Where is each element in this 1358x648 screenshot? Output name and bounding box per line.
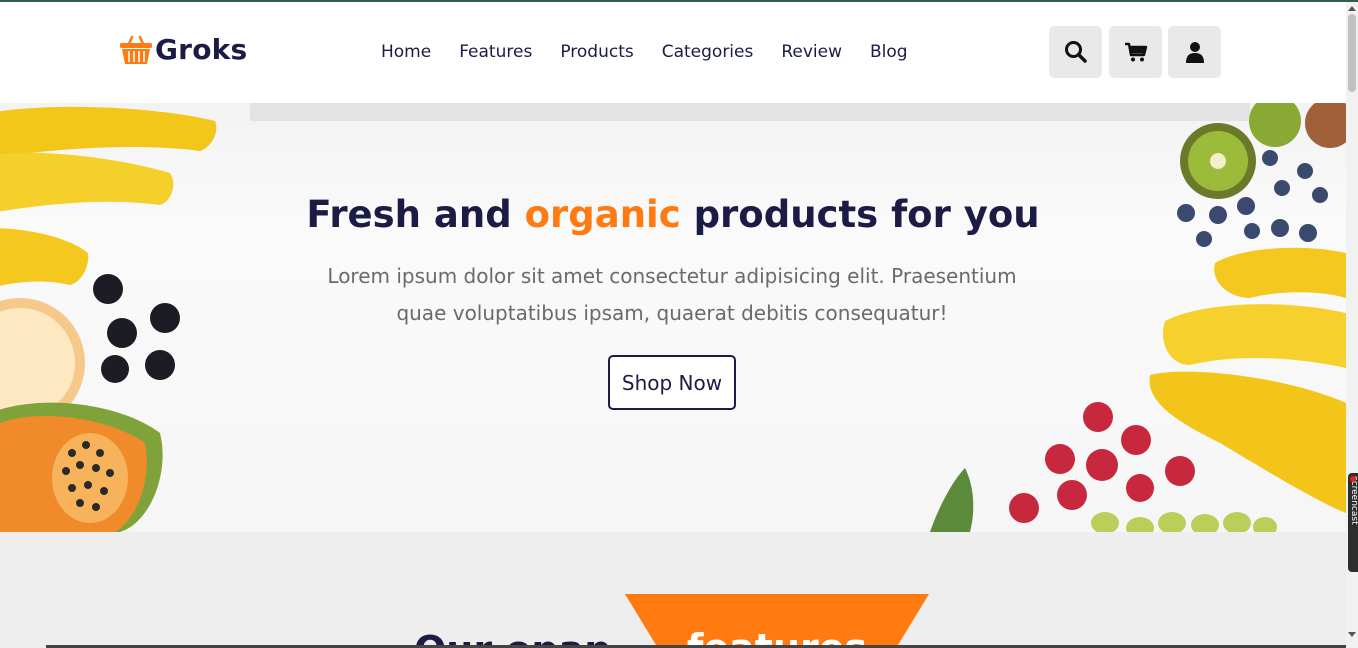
nav-review[interactable]: Review bbox=[781, 42, 842, 62]
hero-banner: Fresh and organic products for you Lorem… bbox=[0, 103, 1346, 532]
left-fruit-group bbox=[0, 106, 217, 532]
user-icon bbox=[1185, 42, 1204, 63]
hero-title-accent: organic bbox=[524, 193, 681, 236]
features-tag: features bbox=[625, 594, 929, 648]
basket-icon bbox=[120, 35, 152, 64]
nav-categories[interactable]: Categories bbox=[662, 42, 754, 62]
hero-title-part1: Fresh and bbox=[306, 193, 512, 236]
scroll-thumb[interactable] bbox=[1348, 14, 1356, 92]
site-header: Groks Home Features Products Categories … bbox=[0, 2, 1346, 103]
nav-home[interactable]: Home bbox=[381, 42, 431, 62]
scroll-down-arrow-icon[interactable] bbox=[1348, 632, 1356, 637]
cart-icon bbox=[1124, 42, 1147, 62]
nav-blog[interactable]: Blog bbox=[870, 42, 908, 62]
cart-button[interactable] bbox=[1109, 26, 1162, 78]
hero-title-part2: products for you bbox=[693, 193, 1040, 236]
search-icon bbox=[1064, 41, 1087, 63]
features-section: Our opap features bbox=[0, 532, 1346, 648]
brand-logo[interactable]: Groks bbox=[119, 32, 247, 66]
brand-name: Groks bbox=[155, 32, 248, 66]
hero-title: Fresh and organic products for you bbox=[0, 193, 1346, 236]
side-badge-label: screencast bbox=[1349, 476, 1358, 525]
record-dot-icon bbox=[1350, 476, 1356, 482]
screencast-side-badge[interactable]: screencast bbox=[1348, 473, 1358, 572]
main-nav: Home Features Products Categories Review… bbox=[381, 42, 936, 62]
hero-subtitle: Lorem ipsum dolor sit amet consectetur a… bbox=[327, 264, 1017, 325]
account-button[interactable] bbox=[1168, 26, 1221, 78]
shop-now-button[interactable]: Shop Now bbox=[608, 355, 736, 410]
nav-products[interactable]: Products bbox=[560, 42, 633, 62]
scroll-up-arrow-icon[interactable] bbox=[1348, 6, 1356, 11]
search-button[interactable] bbox=[1049, 26, 1102, 78]
nav-features[interactable]: Features bbox=[459, 42, 532, 62]
